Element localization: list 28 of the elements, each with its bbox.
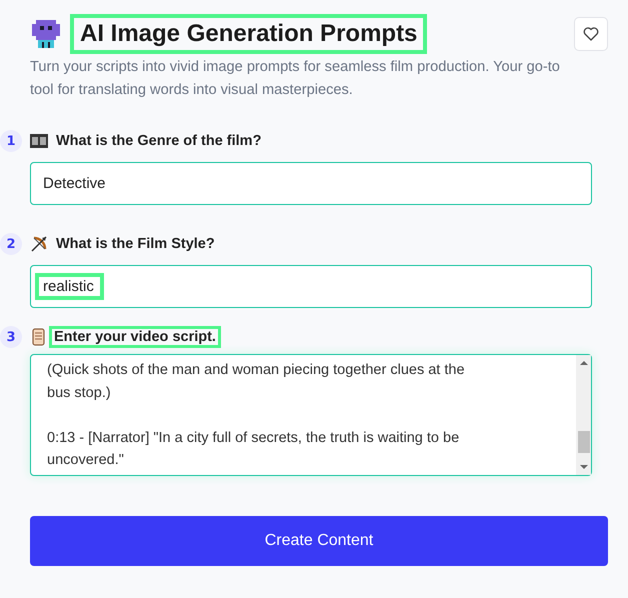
script-line: 0:13 - [Narrator] "In a city full of secrets, the truth is waiting to be (47, 428, 460, 448)
text-input[interactable]: realistic (30, 265, 592, 308)
question-label: What is the Film Style? (55, 235, 216, 254)
heart-icon (582, 25, 600, 43)
text-input[interactable]: Detective (30, 162, 592, 205)
script-textarea[interactable]: (Quick shots of the man and woman piecing together clues at the bus stop.) 0:13 - [Narrator] "In a city full of secrets, the truth is waiting to be uncovered." (30, 354, 592, 476)
page-title: AI Image Generation Prompts (70, 14, 428, 54)
input-value: realistic (35, 273, 104, 300)
scroll-up-icon[interactable] (580, 360, 588, 366)
script-line: uncovered." (47, 451, 125, 470)
alien-icon (30, 18, 62, 50)
film-strip-icon (30, 134, 48, 148)
scrollbar-thumb[interactable] (578, 431, 590, 453)
input-value: Detective (42, 174, 107, 194)
step-number: 2 (0, 233, 22, 255)
favorite-button[interactable] (574, 17, 608, 51)
step-number: 1 (0, 130, 22, 152)
step-number: 3 (0, 326, 22, 348)
bow-and-arrow-icon (30, 235, 48, 253)
scroll-icon (30, 328, 46, 346)
scrollbar[interactable] (576, 355, 591, 475)
scroll-down-icon[interactable] (580, 464, 588, 470)
question-label: What is the Genre of the film? (55, 132, 262, 151)
question-label: Enter your video script. (49, 326, 221, 348)
script-line: bus stop.) (47, 384, 112, 402)
script-line: (Quick shots of the man and woman piecing together clues at the (47, 361, 466, 380)
description: Turn your scripts into vivid image prompts for seamless film production. Your go-to tool for translating words into visual masterpieces. (30, 58, 561, 100)
create-content-button[interactable]: Create Content (30, 516, 608, 566)
